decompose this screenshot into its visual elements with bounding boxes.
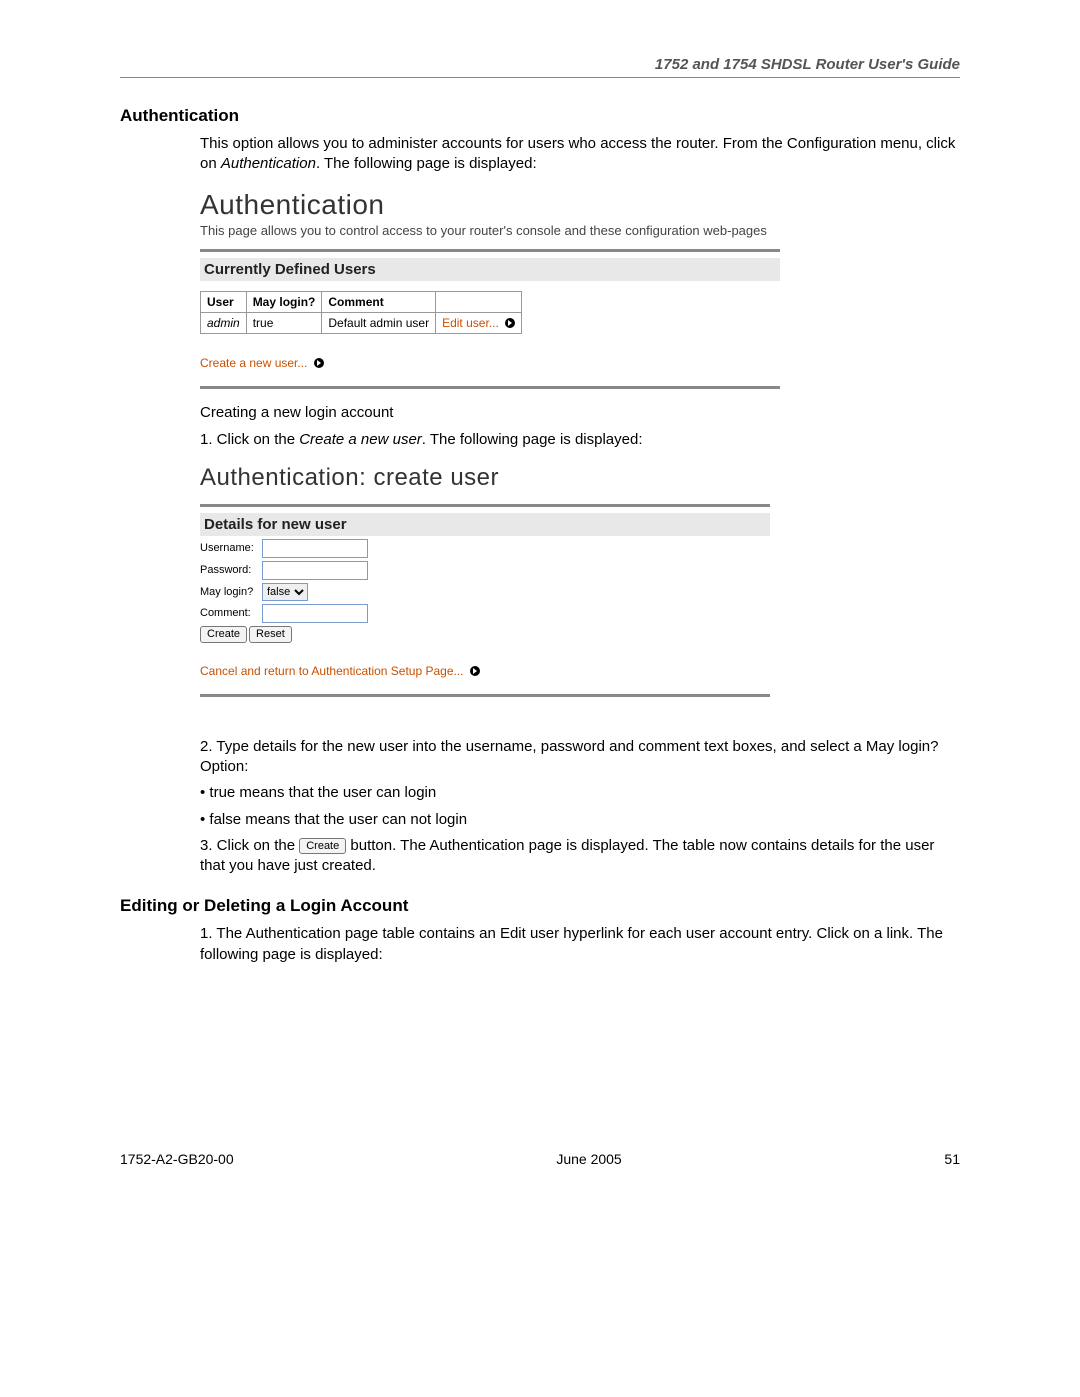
create-button[interactable]: Create [200, 626, 247, 643]
col-may-login: May login? [246, 292, 322, 313]
arrow-icon [505, 318, 515, 328]
shot1-title: Authentication [200, 189, 780, 221]
row-buttons: Create Reset [200, 626, 770, 643]
inline-create-button: Create [299, 838, 346, 854]
label-username: Username: [200, 542, 262, 554]
step-1: 1. Click on the Create a new user. The f… [200, 430, 960, 450]
label-password: Password: [200, 564, 262, 576]
bullet-false: • false means that the user can not logi… [200, 810, 960, 830]
footer-docid: 1752-A2-GB20-00 [120, 1151, 234, 1167]
row-username: Username: [200, 539, 770, 558]
create-new-user-link[interactable]: Create a new user... [200, 356, 324, 370]
cell-may-login: true [246, 313, 322, 334]
creating-account-text: Creating a new login account [200, 403, 960, 423]
panel-details-new-user: Details for new user [200, 513, 770, 536]
row-may-login: May login? false [200, 583, 770, 601]
shot2-title: Authentication: create user [200, 464, 770, 492]
footer-date: June 2005 [556, 1151, 621, 1167]
reset-button[interactable]: Reset [249, 626, 292, 643]
divider [200, 249, 780, 252]
row-password: Password: [200, 561, 770, 580]
table-header-row: User May login? Comment [201, 292, 522, 313]
cell-user: admin [201, 313, 247, 334]
header-rule [120, 77, 960, 78]
comment-input[interactable] [262, 604, 368, 623]
arrow-icon [470, 666, 480, 676]
shot1-subtitle: This page allows you to control access t… [200, 223, 780, 240]
edit-step-1: 1. The Authentication page table contain… [200, 924, 960, 965]
cell-comment: Default admin user [322, 313, 436, 334]
screenshot-create-user: Authentication: create user Details for … [200, 464, 770, 697]
divider [200, 386, 780, 389]
table-row: admin true Default admin user Edit user.… [201, 313, 522, 334]
col-action [436, 292, 522, 313]
divider [200, 694, 770, 697]
arrow-icon [314, 358, 324, 368]
username-input[interactable] [262, 539, 368, 558]
may-login-select[interactable]: false [262, 583, 308, 601]
divider [200, 504, 770, 507]
label-comment: Comment: [200, 607, 262, 619]
col-comment: Comment [322, 292, 436, 313]
edit-user-link[interactable]: Edit user... [442, 316, 515, 330]
step-3: 3. Click on the Create button. The Authe… [200, 836, 960, 877]
panel-currently-defined-users: Currently Defined Users [200, 258, 780, 281]
bullet-true: • true means that the user can login [200, 783, 960, 803]
step-2: 2. Type details for the new user into th… [200, 737, 960, 778]
running-head: 1752 and 1754 SHDSL Router User's Guide [120, 56, 960, 73]
users-table: User May login? Comment admin true Defau… [200, 291, 522, 334]
section-title-authentication: Authentication [120, 106, 960, 126]
label-may-login: May login? [200, 586, 262, 598]
page-footer: 1752-A2-GB20-00 June 2005 51 [120, 1151, 960, 1167]
screenshot-auth-list: Authentication This page allows you to c… [200, 189, 780, 390]
cell-edit: Edit user... [436, 313, 522, 334]
col-user: User [201, 292, 247, 313]
row-comment: Comment: [200, 604, 770, 623]
intro-paragraph: This option allows you to administer acc… [200, 134, 960, 175]
cancel-return-link[interactable]: Cancel and return to Authentication Setu… [200, 664, 480, 678]
password-input[interactable] [262, 561, 368, 580]
footer-page-number: 51 [944, 1151, 960, 1167]
section-title-editing: Editing or Deleting a Login Account [120, 896, 960, 916]
